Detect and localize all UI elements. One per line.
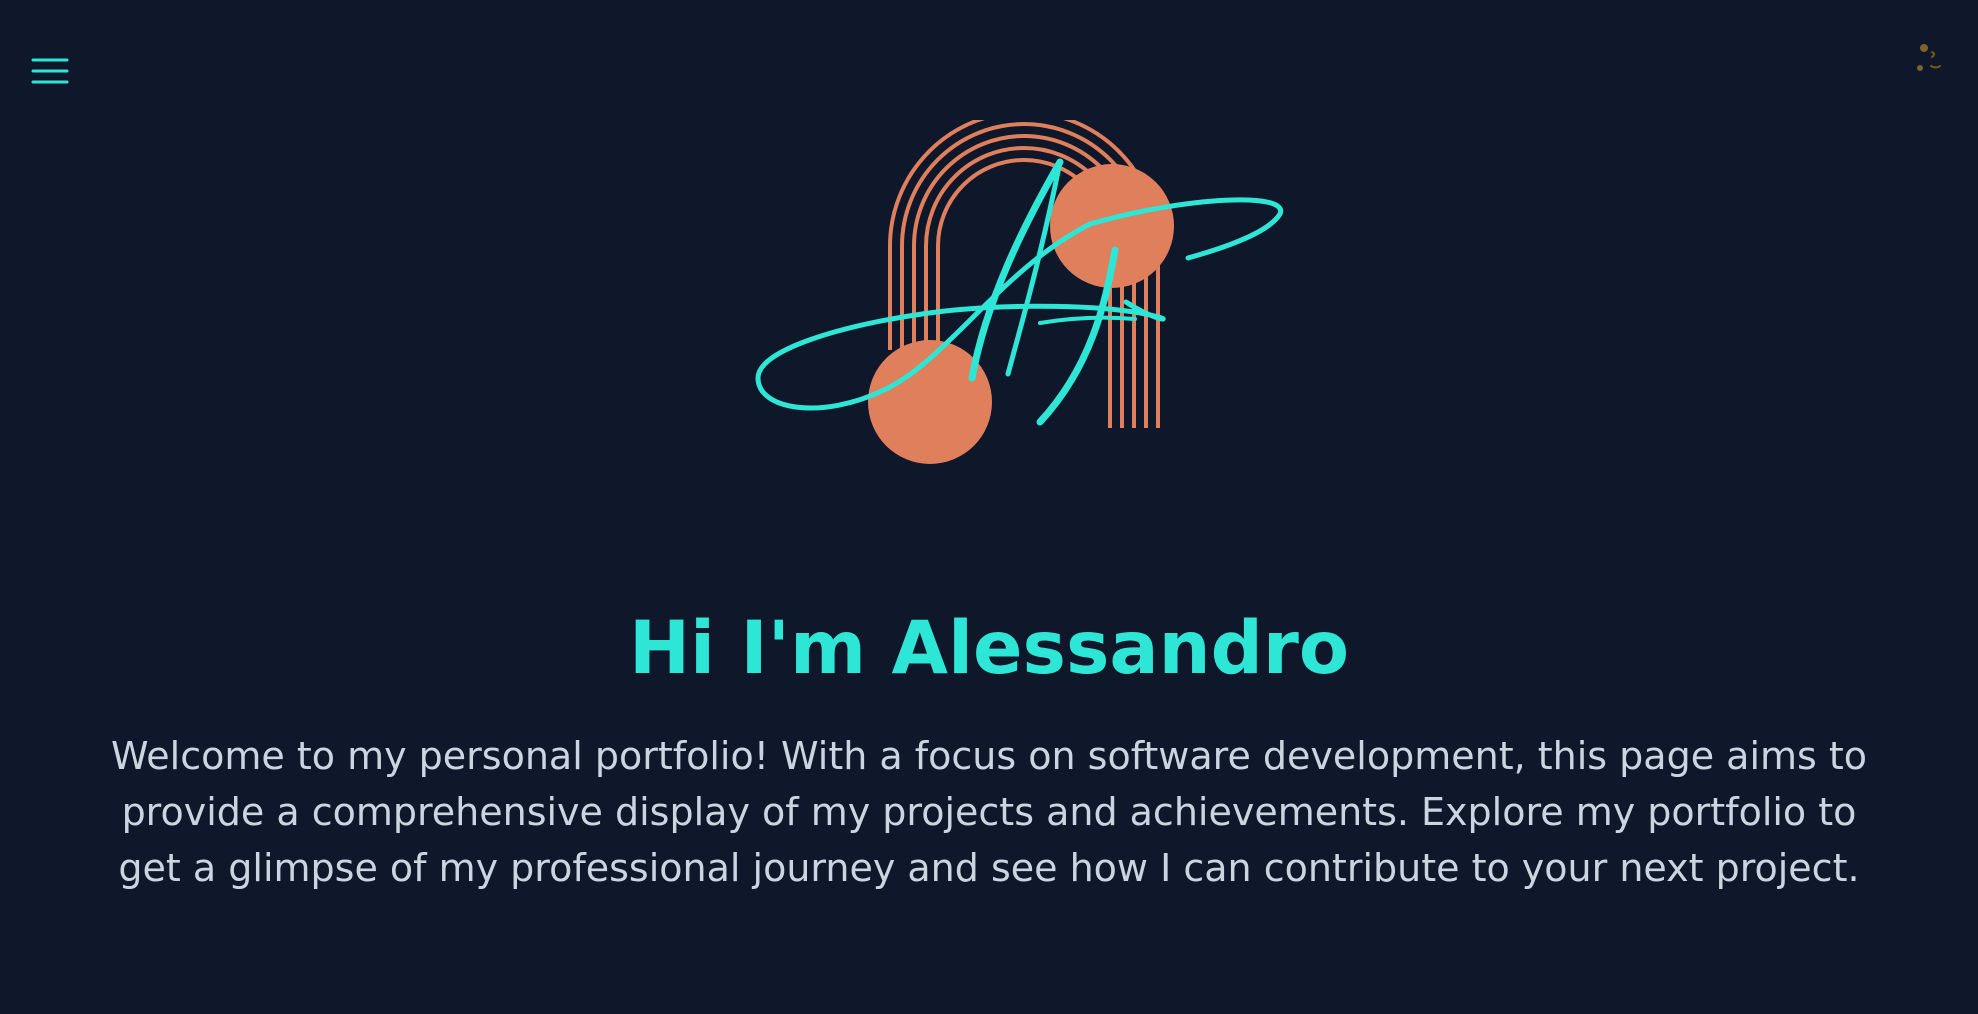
hero-description: Welcome to my personal portfolio! With a…	[110, 734, 1868, 890]
theme-toggle-button[interactable]	[1898, 26, 1962, 90]
moon-icon	[1910, 28, 1950, 87]
menu-button[interactable]	[30, 52, 70, 92]
hamburger-menu-icon	[31, 58, 69, 84]
signature-monogram-logo	[755, 120, 1284, 464]
hero-title: Hi I'm Alessandro	[628, 606, 1350, 691]
signature-logo	[750, 120, 1290, 470]
